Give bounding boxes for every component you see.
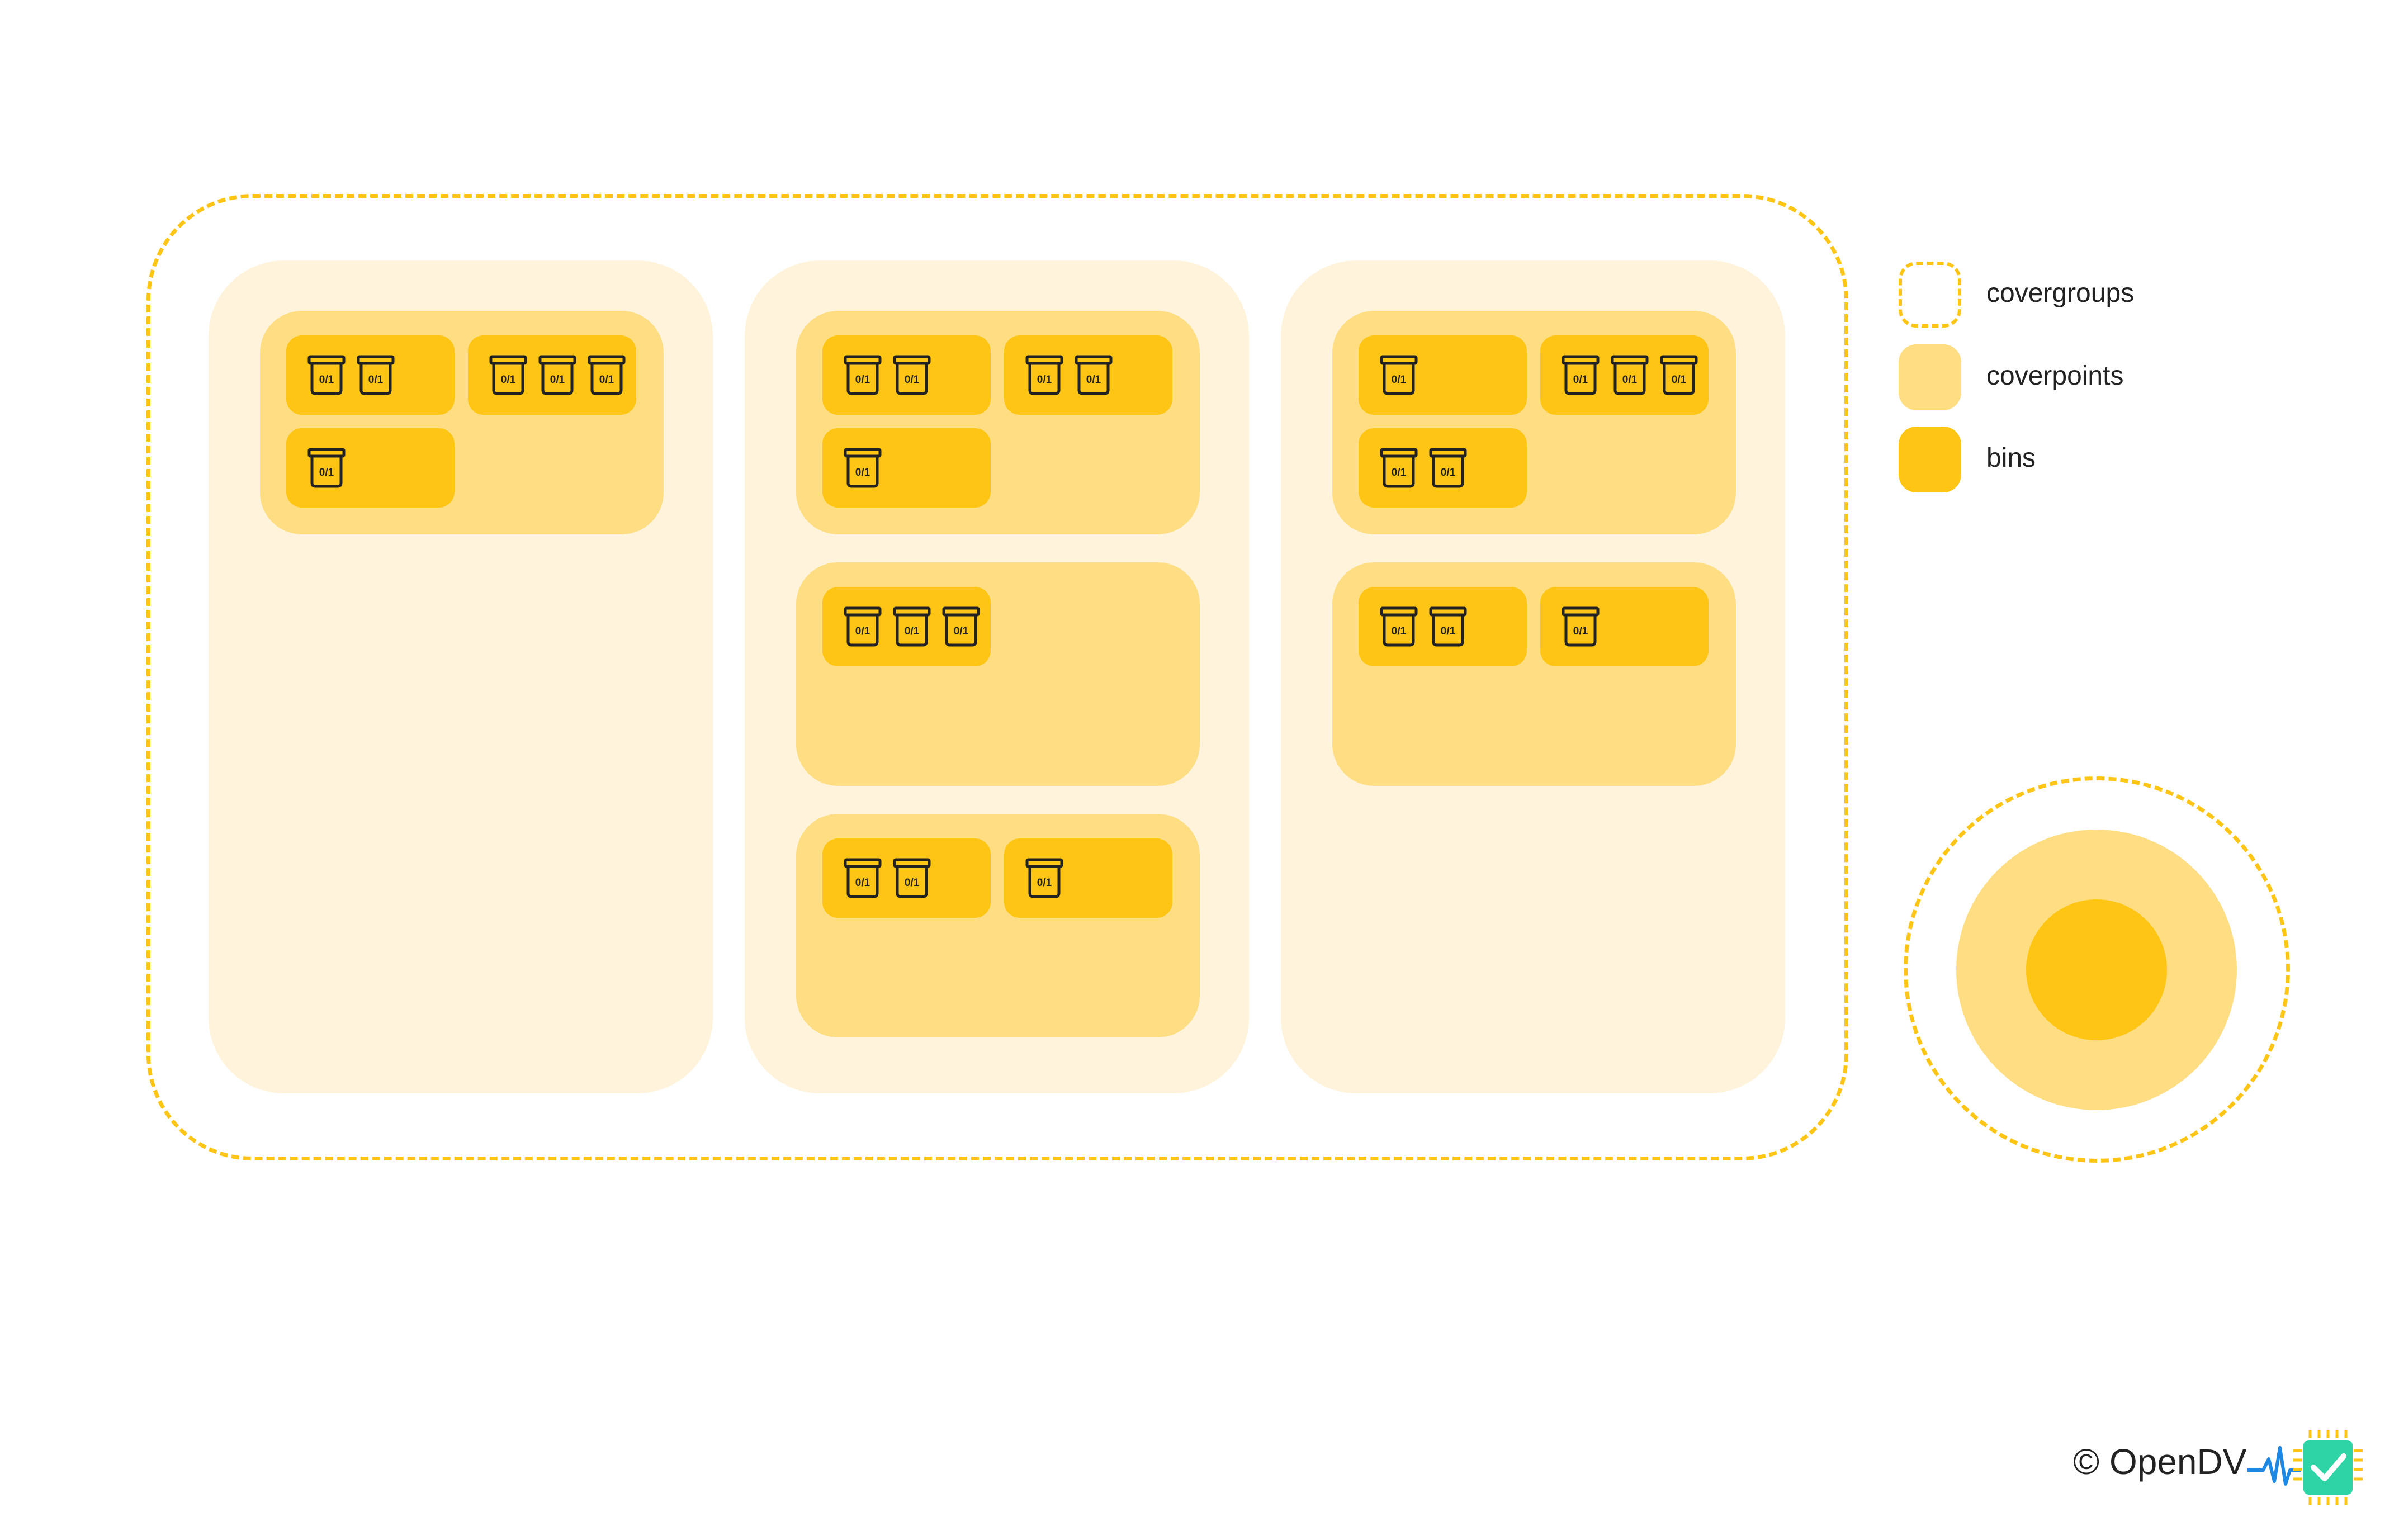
svg-text:0/1: 0/1 — [319, 374, 334, 386]
bin-icon: 0/1 — [893, 355, 931, 395]
legend-coverpoints-swatch — [1899, 344, 1961, 410]
bin-icon: 0/1 — [893, 858, 931, 898]
coverpoint: 0/1 0/1 0/1 0/1 0/1 — [796, 311, 1200, 534]
bin-group: 0/1 0/1 0/1 — [822, 587, 991, 666]
coverpoint: 0/1 0/1 0/1 — [796, 814, 1200, 1037]
svg-text:0/1: 0/1 — [855, 467, 870, 478]
bin-icon: 0/1 — [1429, 606, 1467, 647]
bin-icon: 0/1 — [844, 355, 882, 395]
copyright-text: © OpenDV — [2073, 1442, 2247, 1482]
svg-text:0/1: 0/1 — [1086, 374, 1101, 386]
legend-bins-label: bins — [1986, 443, 2036, 473]
svg-text:0/1: 0/1 — [855, 374, 870, 386]
bin-icon: 0/1 — [844, 448, 882, 488]
bin-group: 0/1 — [286, 428, 455, 508]
bin-icon: 0/1 — [1562, 606, 1600, 647]
coverpoint: 0/1 0/1 0/1 — [1332, 562, 1736, 786]
legend-covergroups-label: covergroups — [1986, 278, 2135, 308]
bin-group: 0/1 — [1004, 838, 1172, 918]
svg-text:0/1: 0/1 — [905, 877, 920, 889]
bin-group: 0/1 — [1540, 587, 1709, 666]
svg-text:0/1: 0/1 — [1441, 467, 1456, 478]
bin-group: 0/1 0/1 — [286, 335, 455, 415]
bin-icon: 0/1 — [1380, 355, 1418, 395]
bin-icon: 0/1 — [1025, 355, 1063, 395]
svg-text:0/1: 0/1 — [1622, 374, 1638, 386]
covergroup-column: 0/1 0/1 0/1 0/1 0/1 0/1 0/1 0/1 0/1 — [1281, 260, 1785, 1093]
svg-text:0/1: 0/1 — [855, 877, 870, 889]
bin-icon: 0/1 — [307, 355, 346, 395]
bin-circle — [2026, 899, 2167, 1040]
svg-text:0/1: 0/1 — [1037, 374, 1052, 386]
bin-icon: 0/1 — [893, 606, 931, 647]
bin-icon: 0/1 — [1025, 858, 1063, 898]
bin-icon: 0/1 — [844, 858, 882, 898]
bin-icon: 0/1 — [307, 448, 346, 488]
bin-group: 0/1 — [1359, 335, 1527, 415]
svg-text:0/1: 0/1 — [599, 374, 614, 386]
bin-icon: 0/1 — [1660, 355, 1698, 395]
bin-icon: 0/1 — [588, 355, 626, 395]
svg-text:0/1: 0/1 — [501, 374, 516, 386]
bin-group: 0/1 0/1 0/1 — [468, 335, 636, 415]
svg-text:0/1: 0/1 — [1441, 626, 1456, 637]
bin-icon: 0/1 — [844, 606, 882, 647]
covergroup-column: 0/1 0/1 0/1 0/1 0/1 0/1 — [209, 260, 713, 1093]
svg-text:0/1: 0/1 — [1392, 467, 1407, 478]
bin-group: 0/1 0/1 — [822, 335, 991, 415]
coverpoint: 0/1 0/1 0/1 — [796, 562, 1200, 786]
legend-bins-swatch — [1899, 427, 1961, 492]
legend-coverpoints-label: coverpoints — [1986, 361, 2124, 391]
bin-icon: 0/1 — [1429, 448, 1467, 488]
svg-text:0/1: 0/1 — [550, 374, 565, 386]
bin-group: 0/1 — [822, 428, 991, 508]
bin-group: 0/1 0/1 — [822, 838, 991, 918]
svg-text:0/1: 0/1 — [1392, 374, 1407, 386]
svg-text:0/1: 0/1 — [319, 467, 334, 478]
svg-text:0/1: 0/1 — [1037, 877, 1052, 889]
svg-text:0/1: 0/1 — [1672, 374, 1687, 386]
bin-icon: 0/1 — [538, 355, 576, 395]
bin-group: 0/1 0/1 0/1 — [1540, 335, 1709, 415]
svg-text:0/1: 0/1 — [1573, 374, 1588, 386]
svg-text:0/1: 0/1 — [1573, 626, 1588, 637]
bin-group: 0/1 0/1 — [1359, 587, 1527, 666]
bin-icon: 0/1 — [357, 355, 395, 395]
bin-group: 0/1 0/1 — [1359, 428, 1527, 508]
bin-icon: 0/1 — [1075, 355, 1113, 395]
coverpoint: 0/1 0/1 0/1 0/1 0/1 0/1 — [260, 311, 664, 534]
bin-icon: 0/1 — [1611, 355, 1649, 395]
bin-group: 0/1 0/1 — [1004, 335, 1172, 415]
covergroup-column: 0/1 0/1 0/1 0/1 0/1 0/1 0/1 0/1 0/1 0/1 0/1 — [745, 260, 1249, 1093]
coverpoint: 0/1 0/1 0/1 0/1 0/1 0/1 — [1332, 311, 1736, 534]
svg-text:0/1: 0/1 — [855, 626, 870, 637]
svg-text:0/1: 0/1 — [954, 626, 969, 637]
svg-text:0/1: 0/1 — [905, 374, 920, 386]
bin-icon: 0/1 — [489, 355, 527, 395]
bin-icon: 0/1 — [1380, 448, 1418, 488]
legend-covergroups-swatch — [1899, 262, 1961, 328]
bin-icon: 0/1 — [942, 606, 980, 647]
svg-text:0/1: 0/1 — [1392, 626, 1407, 637]
opendv-logo-icon — [2247, 1430, 2363, 1505]
bin-icon: 0/1 — [1562, 355, 1600, 395]
svg-text:0/1: 0/1 — [905, 626, 920, 637]
svg-text:0/1: 0/1 — [368, 374, 384, 386]
bin-icon: 0/1 — [1380, 606, 1418, 647]
